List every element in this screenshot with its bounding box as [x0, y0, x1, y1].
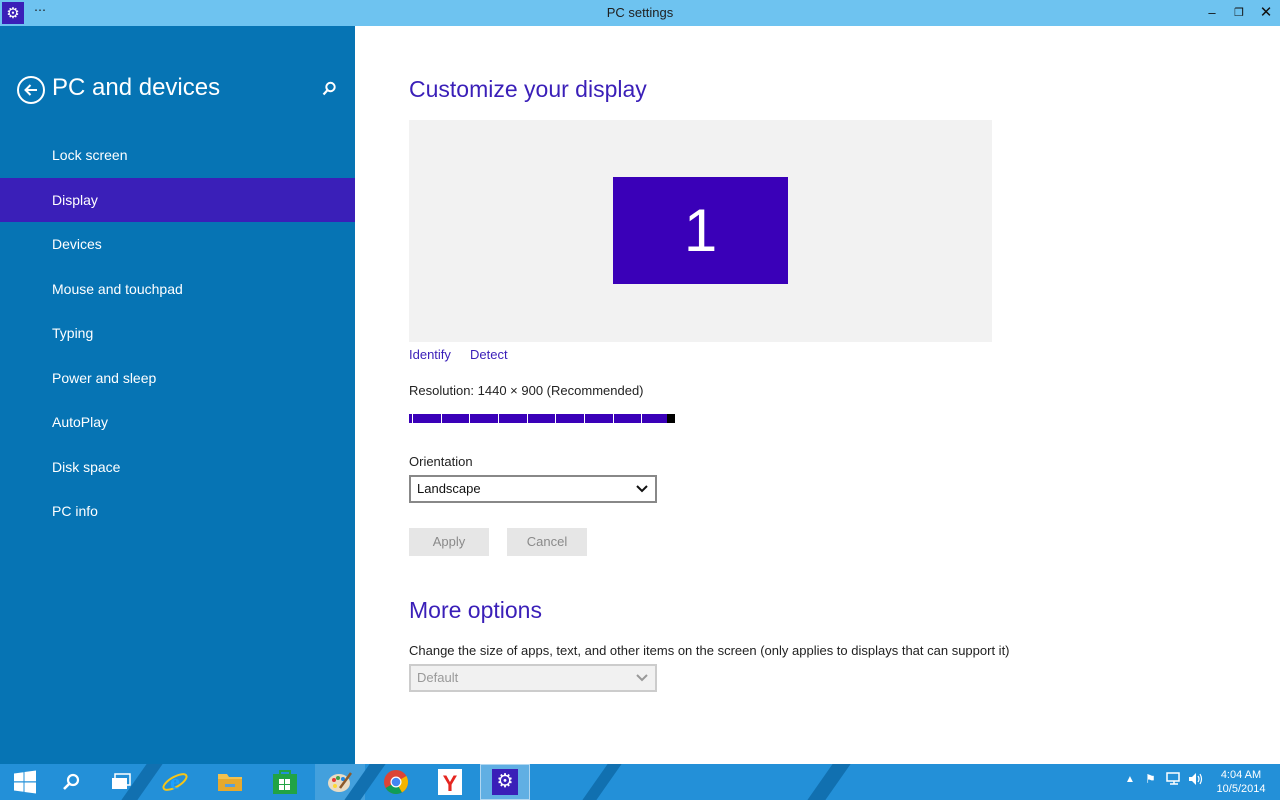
resolution-slider-tick: [441, 414, 442, 423]
display-preview: 1: [409, 120, 992, 342]
taskbar-clock[interactable]: 4:04 AM 10/5/2014: [1210, 768, 1272, 796]
show-hidden-icons-icon[interactable]: ▲: [1125, 774, 1135, 785]
section-heading-more-options: More options: [409, 597, 542, 623]
sidebar-item-disk-space[interactable]: Disk space: [0, 445, 355, 490]
orientation-value: Landscape: [417, 481, 481, 496]
sidebar-item-mouse-and-touchpad[interactable]: Mouse and touchpad: [0, 267, 355, 312]
sidebar-item-power-and-sleep[interactable]: Power and sleep: [0, 356, 355, 401]
resolution-slider-tick: [412, 414, 413, 423]
sidebar: PC and devices Lock screen Display Devic…: [0, 26, 355, 764]
resolution-slider-tick: [527, 414, 528, 423]
sidebar-item-typing[interactable]: Typing: [0, 311, 355, 356]
search-icon[interactable]: [320, 80, 338, 98]
resolution-slider-tick: [498, 414, 499, 423]
volume-icon[interactable]: [1188, 772, 1204, 789]
action-center-flag-icon[interactable]: ⚑: [1145, 772, 1156, 786]
orientation-label: Orientation: [409, 454, 473, 469]
size-value: Default: [417, 670, 459, 685]
back-button[interactable]: [17, 76, 45, 104]
taskbar: e Y ⚙ ▲ ⚑ 4:04 AM 10/5/2014: [0, 764, 1280, 800]
sidebar-item-lock-screen[interactable]: Lock screen: [0, 133, 355, 178]
resolution-slider-tick: [613, 414, 614, 423]
page-title: PC and devices: [52, 74, 221, 101]
internet-explorer-icon[interactable]: e: [150, 764, 200, 800]
detect-link[interactable]: Detect: [470, 347, 508, 362]
identify-link[interactable]: Identify: [409, 347, 451, 362]
clock-date: 10/5/2014: [1216, 783, 1266, 795]
sidebar-item-display[interactable]: Display: [0, 177, 355, 222]
resolution-slider-thumb[interactable]: [667, 414, 675, 423]
resolution-slider[interactable]: [409, 414, 675, 423]
back-arrow-icon: [24, 84, 37, 96]
sidebar-nav: Lock screen Display Devices Mouse and to…: [0, 133, 355, 534]
section-heading-customize-display: Customize your display: [409, 76, 647, 102]
apply-button[interactable]: Apply: [409, 528, 489, 556]
store-icon[interactable]: [260, 764, 310, 800]
resolution-slider-tick: [641, 414, 642, 423]
sidebar-item-devices[interactable]: Devices: [0, 222, 355, 267]
cancel-button[interactable]: Cancel: [507, 528, 587, 556]
start-icon[interactable]: [0, 764, 50, 800]
svg-text:Y: Y: [443, 771, 458, 796]
settings-gear-icon: ⚙: [492, 769, 518, 795]
yandex-icon[interactable]: Y: [425, 764, 475, 800]
clock-time: 4:04 AM: [1220, 769, 1262, 781]
svg-text:e: e: [170, 769, 180, 794]
chevron-down-icon: [636, 674, 648, 682]
title-bar: ⚙ ⋯ PC settings ‒ ❐ ✕: [0, 0, 1280, 26]
window-title: PC settings: [606, 5, 674, 20]
chevron-down-icon: [636, 485, 648, 493]
resolution-slider-tick: [469, 414, 470, 423]
sidebar-item-autoplay[interactable]: AutoPlay: [0, 400, 355, 445]
taskbar-stripe: [807, 764, 851, 800]
orientation-dropdown[interactable]: Landscape: [409, 475, 657, 503]
size-dropdown[interactable]: Default: [409, 664, 657, 692]
resolution-slider-tick: [555, 414, 556, 423]
monitor-1-tile[interactable]: 1: [613, 177, 788, 284]
resolution-slider-fill: [409, 414, 667, 423]
network-icon[interactable]: [1166, 772, 1182, 789]
sidebar-item-pc-info[interactable]: PC info: [0, 489, 355, 534]
resolution-slider-tick: [584, 414, 585, 423]
resolution-label: Resolution: 1440 × 900 (Recommended): [409, 383, 644, 398]
maximize-button[interactable]: ❐: [1228, 3, 1250, 23]
close-button[interactable]: ✕: [1255, 3, 1277, 23]
chrome-icon[interactable]: [371, 764, 421, 800]
search-icon[interactable]: [46, 764, 96, 800]
minimize-button[interactable]: ‒: [1201, 3, 1223, 23]
main-content: Customize your display 1 Identify Detect…: [355, 26, 1280, 764]
taskbar-stripe: [582, 764, 622, 800]
size-description: Change the size of apps, text, and other…: [409, 643, 1010, 658]
pc-settings-icon[interactable]: ⚙: [480, 764, 530, 800]
file-explorer-icon[interactable]: [205, 764, 255, 800]
